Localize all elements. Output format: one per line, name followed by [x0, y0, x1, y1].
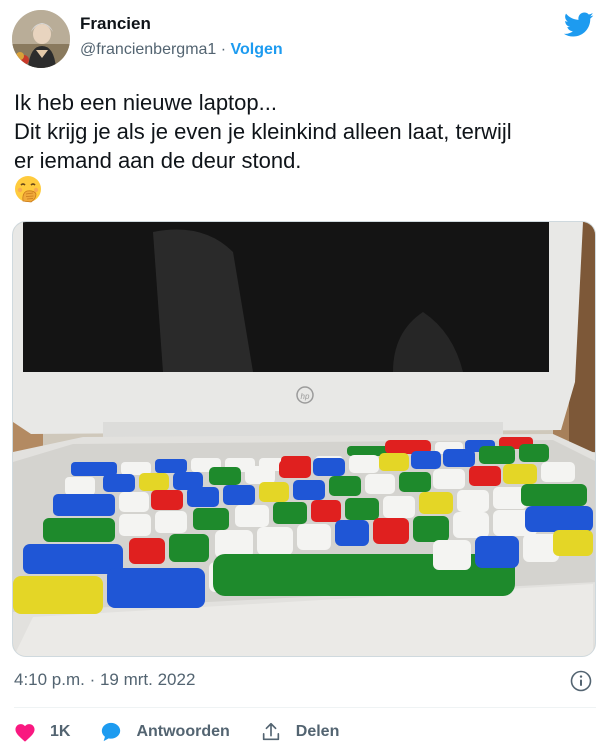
tweet-line: Ik heb een nieuwe laptop...: [14, 90, 277, 115]
share-icon: [262, 722, 279, 741]
like-count: 1K: [50, 723, 71, 740]
author-name[interactable]: Francien: [80, 14, 151, 34]
share-label: Delen: [295, 723, 340, 740]
share-button[interactable]: Delen: [260, 721, 340, 743]
reply-button[interactable]: Antwoorden: [100, 721, 230, 743]
tweet-card: Francien @francienbergma1 · Volgen Ik he…: [0, 0, 610, 755]
heart-icon: [15, 724, 35, 742]
author-handle-row: @francienbergma1 · Volgen: [80, 41, 283, 59]
handle-separator: ·: [220, 41, 227, 58]
tweet-line: er iemand aan de deur stond.: [14, 148, 302, 173]
face-with-hand-over-mouth-emoji: [15, 176, 41, 203]
divider: [14, 707, 596, 708]
tweet-text: Ik heb een nieuwe laptop... Dit krijg je…: [14, 88, 599, 175]
tweet-photo[interactable]: hp: [12, 221, 596, 657]
like-button[interactable]: 1K: [14, 722, 70, 742]
avatar[interactable]: [12, 10, 70, 68]
hp-logo-text: hp: [301, 392, 310, 401]
reply-bubble-icon: [102, 722, 121, 742]
tweet-line: Dit krijg je als je even je kleinkind al…: [14, 119, 512, 144]
twitter-bird-icon[interactable]: [564, 12, 594, 38]
laptop-photo-illustration: hp: [13, 222, 595, 656]
info-icon[interactable]: [570, 670, 592, 692]
tweet-timestamp[interactable]: 4:10 p.m. · 19 mrt. 2022: [14, 670, 195, 690]
reply-label: Antwoorden: [136, 723, 230, 740]
follow-button[interactable]: Volgen: [231, 41, 283, 58]
author-handle[interactable]: @francienbergma1: [80, 41, 216, 58]
tweet-actions: 1K Antwoorden Delen: [14, 720, 369, 744]
